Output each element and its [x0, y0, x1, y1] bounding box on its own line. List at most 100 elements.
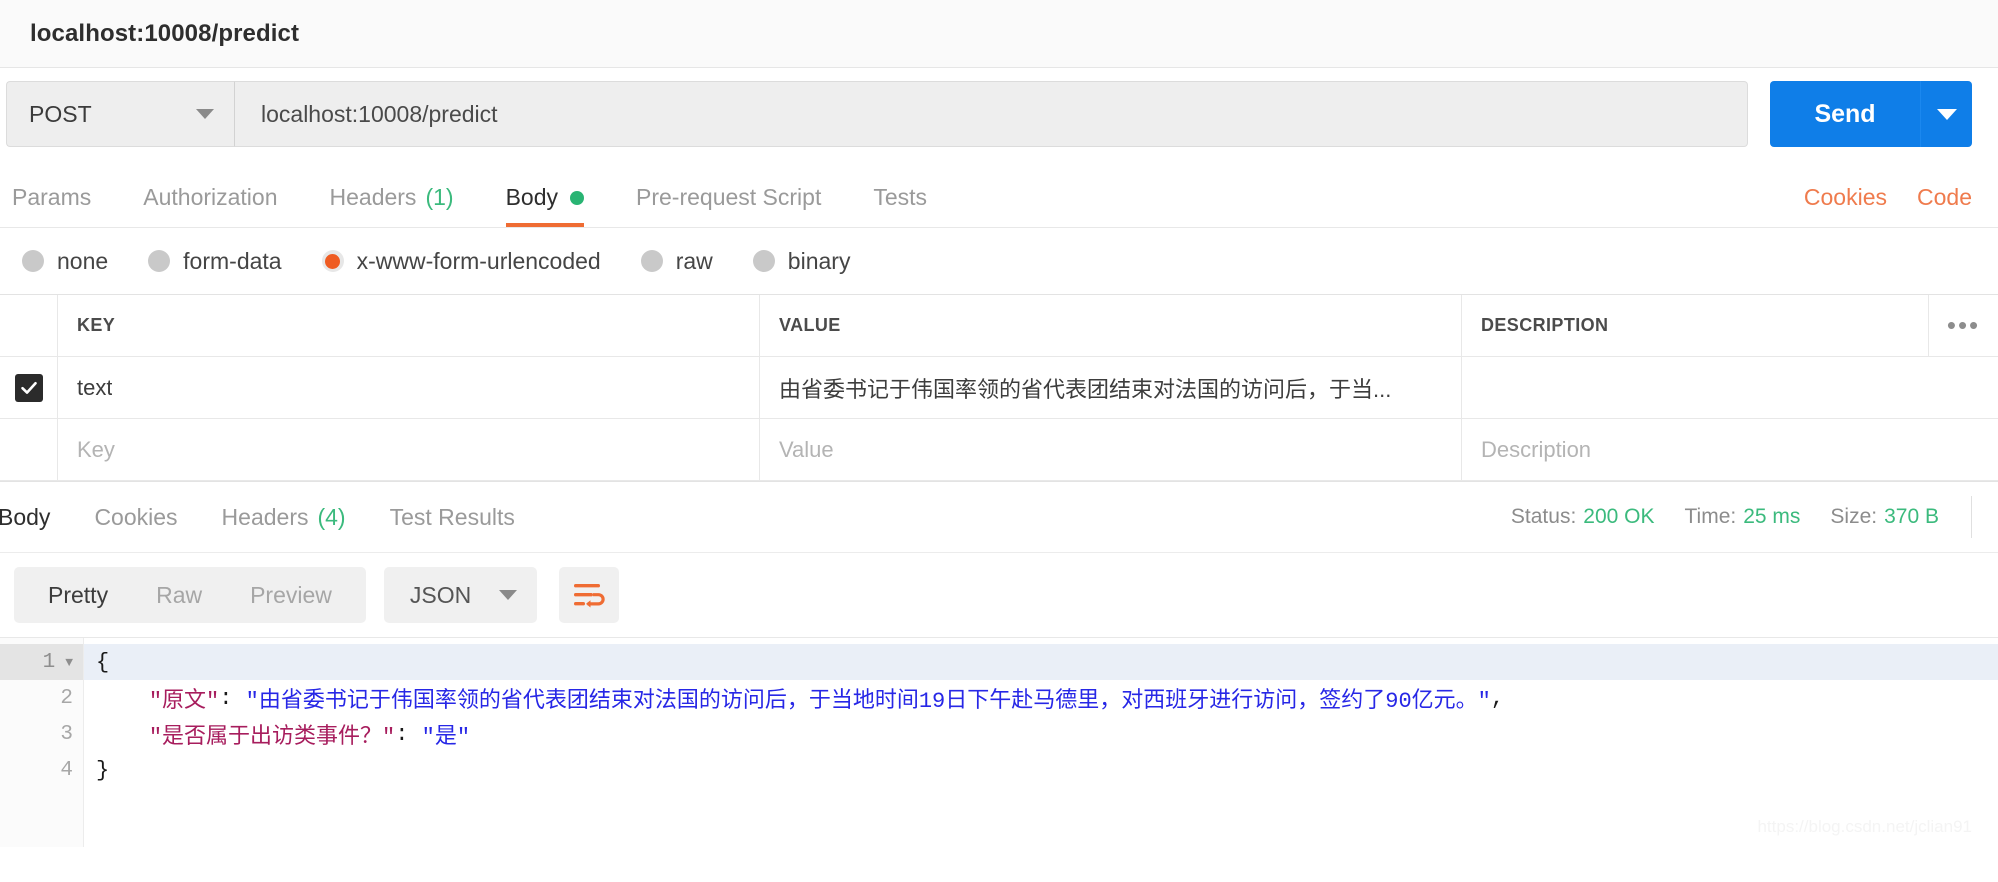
- response-view-mode-group: Pretty Raw Preview: [14, 567, 366, 623]
- request-url-bar: POST localhost:10008/predict Send: [0, 68, 1998, 160]
- status-badge: Status: 200 OK: [1511, 505, 1655, 529]
- time-label: Time:: [1684, 505, 1737, 528]
- json-code-area[interactable]: { "原文": "由省委书记于伟国率领的省代表团结束对法国的访问后，于当地时间1…: [84, 638, 1998, 847]
- placeholder-checkbox-cell: [0, 419, 58, 480]
- placeholder-key-text: Key: [77, 436, 115, 462]
- header-check-cell: [0, 295, 58, 356]
- response-tab-cookies[interactable]: Cookies: [94, 504, 177, 531]
- tab-pre-request-script[interactable]: Pre-request Script: [636, 184, 821, 227]
- url-input[interactable]: localhost:10008/predict: [234, 81, 1748, 147]
- table-placeholder-row[interactable]: Key Value Description: [0, 419, 1998, 481]
- response-tab-test-results[interactable]: Test Results: [390, 504, 515, 531]
- body-type-label: none: [57, 247, 109, 274]
- code-token: :: [395, 721, 422, 747]
- response-format-select[interactable]: JSON: [383, 567, 538, 623]
- body-type-x-www-form-urlencoded[interactable]: x-www-form-urlencoded: [321, 247, 601, 275]
- line-number: 3: [0, 716, 83, 752]
- radio-icon[interactable]: [22, 250, 44, 272]
- placeholder-key-cell[interactable]: Key: [58, 419, 760, 480]
- response-tab-body[interactable]: Body: [0, 504, 50, 531]
- window-title-bar: localhost:10008/predict: [0, 0, 1998, 68]
- fold-arrow-icon[interactable]: ▼: [65, 655, 73, 670]
- check-icon: [20, 381, 37, 394]
- placeholder-value-cell[interactable]: Value: [760, 419, 1462, 480]
- tab-body[interactable]: Body: [505, 184, 585, 227]
- urlencoded-params-table: KEY VALUE DESCRIPTION ••• text 由省委书记于伟国率…: [0, 294, 1998, 481]
- time-badge: Time: 25 ms: [1685, 505, 1801, 529]
- row-description-cell[interactable]: [1462, 357, 1998, 418]
- tab-label: Tests: [873, 184, 928, 210]
- chevron-down-icon: [499, 590, 518, 600]
- response-tab-headers[interactable]: Headers (4): [222, 504, 346, 531]
- line-number-text: 1: [42, 650, 56, 674]
- radio-icon[interactable]: [640, 250, 663, 272]
- radio-icon[interactable]: [321, 250, 344, 272]
- tab-headers[interactable]: Headers (1): [330, 184, 454, 227]
- table-row[interactable]: text 由省委书记于伟国率领的省代表团结束对法国的访问后，于当...: [0, 357, 1998, 419]
- send-button[interactable]: Send: [1770, 81, 1920, 147]
- body-type-label: x-www-form-urlencoded: [356, 247, 601, 274]
- status-label: Status:: [1510, 505, 1577, 528]
- code-token: "原文": [148, 689, 220, 714]
- link-code[interactable]: Code: [1917, 184, 1972, 211]
- meta-divider: [1971, 496, 1972, 538]
- code-token: {: [96, 649, 110, 675]
- tab-label: Authorization: [143, 184, 278, 210]
- body-type-label: raw: [675, 247, 713, 274]
- radio-icon[interactable]: [752, 250, 775, 272]
- row-value-cell[interactable]: 由省委书记于伟国率领的省代表团结束对法国的访问后，于当...: [760, 357, 1462, 418]
- line-number-text: 2: [60, 686, 73, 710]
- response-meta: Status: 200 OK Time: 25 ms Size: 370 B: [1481, 496, 1972, 538]
- view-mode-raw[interactable]: Raw: [132, 582, 226, 609]
- code-token: :: [219, 685, 246, 711]
- code-line: "是否属于出访类事件？": "是": [84, 716, 1998, 752]
- header-description-label: DESCRIPTION: [1481, 315, 1609, 335]
- send-options-button[interactable]: [1920, 81, 1972, 147]
- body-type-binary[interactable]: binary: [752, 248, 850, 275]
- http-method-select[interactable]: POST: [6, 81, 234, 147]
- bulk-edit-icon[interactable]: •••: [1928, 295, 1998, 356]
- header-key-cell: KEY: [58, 295, 760, 356]
- code-token: "是": [421, 725, 471, 750]
- row-key-cell[interactable]: text: [58, 357, 760, 418]
- tab-authorization[interactable]: Authorization: [143, 184, 277, 227]
- size-badge: Size: 370 B: [1830, 505, 1939, 529]
- header-value-label: VALUE: [779, 315, 841, 335]
- tab-tests[interactable]: Tests: [873, 184, 927, 227]
- header-key-label: KEY: [77, 315, 116, 335]
- size-value: 370 B: [1884, 505, 1939, 528]
- tab-params[interactable]: Params: [12, 184, 91, 227]
- request-tabs: Params Authorization Headers (1) Body Pre-req…: [0, 160, 1998, 228]
- placeholder-description-text: Description: [1481, 436, 1592, 462]
- response-tabs: Body Cookies Headers (4) Test Results Status…: [0, 481, 1998, 553]
- response-tab-label: Body: [0, 503, 51, 530]
- line-number: 4: [0, 752, 83, 788]
- radio-icon[interactable]: [148, 250, 171, 272]
- response-tab-count: (4): [317, 503, 346, 530]
- tab-label: Headers: [329, 184, 417, 210]
- response-tab-list: Body Cookies Headers (4) Test Results: [0, 504, 1481, 531]
- body-type-none[interactable]: none: [22, 248, 108, 275]
- response-tab-label: Cookies: [94, 503, 178, 530]
- link-cookies[interactable]: Cookies: [1804, 184, 1887, 211]
- tab-label: Pre-request Script: [636, 184, 822, 210]
- body-type-form-data[interactable]: form-data: [148, 247, 282, 275]
- request-links: Cookies Code: [1774, 184, 1972, 227]
- placeholder-description-cell[interactable]: Description: [1462, 419, 1998, 480]
- view-mode-pretty[interactable]: Pretty: [24, 582, 132, 609]
- line-number-text: 3: [60, 722, 73, 746]
- wrap-lines-icon: [574, 584, 605, 608]
- body-type-raw[interactable]: raw: [640, 247, 713, 275]
- body-type-label: form-data: [183, 247, 282, 274]
- row-enabled-checkbox[interactable]: [14, 373, 43, 402]
- code-line: {: [84, 644, 1998, 680]
- page-title: localhost:10008/predict: [30, 19, 300, 47]
- body-type-radio-group: none form-data x-www-form-urlencoded raw bin…: [0, 228, 1998, 294]
- wrap-lines-button[interactable]: [559, 567, 620, 623]
- tab-label: Params: [12, 184, 92, 210]
- header-description-cell: DESCRIPTION: [1462, 295, 1928, 356]
- view-mode-preview[interactable]: Preview: [226, 582, 356, 609]
- row-key-text: text: [77, 374, 113, 400]
- table-header-row: KEY VALUE DESCRIPTION •••: [0, 295, 1998, 357]
